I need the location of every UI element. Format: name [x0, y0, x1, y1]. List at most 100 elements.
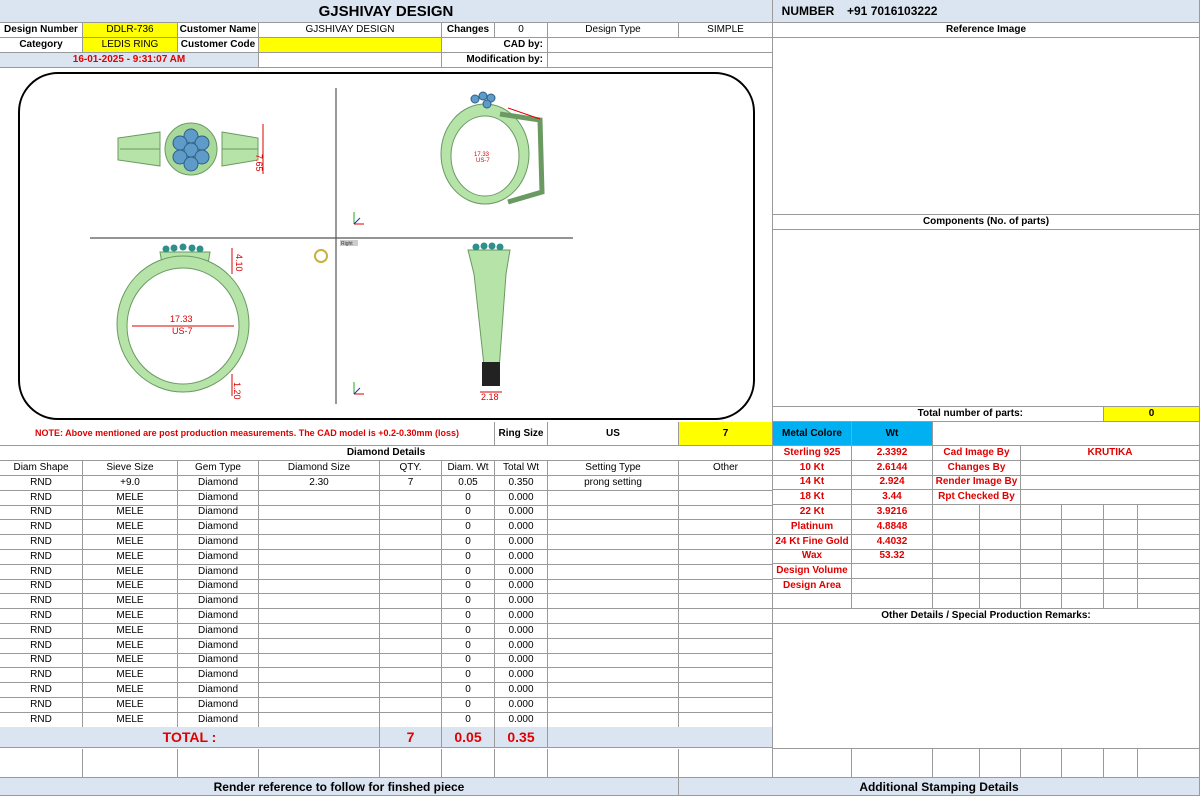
- gem-type-cell[interactable]: Diamond: [178, 476, 259, 491]
- setting-type-cell[interactable]: prong setting: [548, 476, 679, 491]
- gem-type-cell[interactable]: Diamond: [178, 638, 259, 654]
- sieve-size-cell[interactable]: MELE: [83, 535, 178, 550]
- other-cell[interactable]: [679, 668, 773, 684]
- diamond-size-cell[interactable]: [259, 535, 380, 550]
- qty-cell[interactable]: [380, 490, 442, 506]
- diamond-size-cell[interactable]: [259, 683, 380, 698]
- sieve-size-cell[interactable]: +9.0: [83, 476, 178, 491]
- diam-wt-cell[interactable]: 0: [442, 520, 495, 536]
- diam-shape-cell[interactable]: RND: [0, 505, 83, 521]
- qty-cell[interactable]: [380, 520, 442, 536]
- sieve-size-cell[interactable]: MELE: [83, 653, 178, 669]
- diam-shape-cell[interactable]: RND: [0, 490, 83, 506]
- modification-field[interactable]: [548, 53, 773, 68]
- cad-by-field[interactable]: [548, 38, 773, 53]
- metal-weight[interactable]: 3.9216: [852, 505, 933, 520]
- metal-weight[interactable]: 4.8848: [852, 520, 933, 535]
- gem-type-cell[interactable]: Diamond: [178, 490, 259, 506]
- other-cell[interactable]: [679, 490, 773, 506]
- total-wt-cell[interactable]: 0.000: [495, 520, 548, 536]
- diamond-size-cell[interactable]: [259, 564, 380, 580]
- setting-type-cell[interactable]: [548, 609, 679, 624]
- qty-cell[interactable]: [380, 594, 442, 610]
- sieve-size-cell[interactable]: MELE: [83, 609, 178, 624]
- sieve-size-cell[interactable]: MELE: [83, 638, 178, 654]
- other-details-area[interactable]: [773, 624, 1200, 749]
- setting-type-cell[interactable]: [548, 712, 679, 728]
- other-cell[interactable]: [679, 712, 773, 728]
- other-cell[interactable]: [679, 594, 773, 610]
- qty-cell[interactable]: [380, 505, 442, 521]
- setting-type-cell[interactable]: [548, 594, 679, 610]
- diamond-size-cell[interactable]: [259, 490, 380, 506]
- setting-type-cell[interactable]: [548, 505, 679, 521]
- total-parts-value[interactable]: 0: [1104, 407, 1200, 422]
- gem-type-cell[interactable]: Diamond: [178, 698, 259, 713]
- qty-cell[interactable]: 7: [380, 476, 442, 491]
- total-wt-cell[interactable]: 0.000: [495, 490, 548, 506]
- by-value[interactable]: KRUTIKA: [1021, 446, 1200, 461]
- category-field[interactable]: LEDIS RING: [83, 38, 178, 53]
- setting-type-cell[interactable]: [548, 683, 679, 698]
- diam-shape-cell[interactable]: RND: [0, 535, 83, 550]
- qty-cell[interactable]: [380, 579, 442, 595]
- total-wt-cell[interactable]: 0.000: [495, 579, 548, 595]
- by-value[interactable]: [1021, 490, 1200, 506]
- changes-field[interactable]: 0: [495, 23, 548, 38]
- metal-weight[interactable]: 4.4032: [852, 534, 933, 550]
- sieve-size-cell[interactable]: MELE: [83, 490, 178, 506]
- diamond-size-cell[interactable]: [259, 609, 380, 624]
- diam-wt-cell[interactable]: 0: [442, 698, 495, 713]
- qty-cell[interactable]: [380, 653, 442, 669]
- metal-weight[interactable]: 53.32: [852, 549, 933, 565]
- sieve-size-cell[interactable]: MELE: [83, 550, 178, 565]
- qty-cell[interactable]: [380, 668, 442, 684]
- diamond-size-cell[interactable]: [259, 638, 380, 654]
- diam-shape-cell[interactable]: RND: [0, 638, 83, 654]
- diam-wt-cell[interactable]: 0: [442, 683, 495, 698]
- sieve-size-cell[interactable]: MELE: [83, 594, 178, 610]
- setting-type-cell[interactable]: [548, 653, 679, 669]
- gem-type-cell[interactable]: Diamond: [178, 564, 259, 580]
- diam-shape-cell[interactable]: RND: [0, 624, 83, 639]
- diamond-size-cell[interactable]: [259, 712, 380, 728]
- gem-type-cell[interactable]: Diamond: [178, 520, 259, 536]
- other-cell[interactable]: [679, 609, 773, 624]
- other-cell[interactable]: [679, 624, 773, 639]
- sieve-size-cell[interactable]: MELE: [83, 712, 178, 728]
- diam-wt-cell[interactable]: 0: [442, 624, 495, 639]
- diam-shape-cell[interactable]: RND: [0, 594, 83, 610]
- other-cell[interactable]: [679, 550, 773, 565]
- metal-weight[interactable]: 3.44: [852, 490, 933, 506]
- diam-wt-cell[interactable]: 0: [442, 550, 495, 565]
- other-cell[interactable]: [679, 683, 773, 698]
- diam-shape-cell[interactable]: RND: [0, 520, 83, 536]
- gem-type-cell[interactable]: Diamond: [178, 624, 259, 639]
- diam-shape-cell[interactable]: RND: [0, 579, 83, 595]
- diam-shape-cell[interactable]: RND: [0, 712, 83, 728]
- total-wt-cell[interactable]: 0.000: [495, 668, 548, 684]
- diam-wt-cell[interactable]: 0: [442, 638, 495, 654]
- diam-wt-cell[interactable]: 0.05: [442, 476, 495, 491]
- sieve-size-cell[interactable]: MELE: [83, 668, 178, 684]
- metal-weight[interactable]: 2.3392: [852, 446, 933, 461]
- other-cell[interactable]: [679, 520, 773, 536]
- diam-shape-cell[interactable]: RND: [0, 653, 83, 669]
- qty-cell[interactable]: [380, 712, 442, 728]
- sieve-size-cell[interactable]: MELE: [83, 564, 178, 580]
- total-wt-cell[interactable]: 0.000: [495, 624, 548, 639]
- setting-type-cell[interactable]: [548, 638, 679, 654]
- gem-type-cell[interactable]: Diamond: [178, 653, 259, 669]
- diam-wt-cell[interactable]: 0: [442, 609, 495, 624]
- gem-type-cell[interactable]: Diamond: [178, 712, 259, 728]
- setting-type-cell[interactable]: [548, 535, 679, 550]
- other-cell[interactable]: [679, 476, 773, 491]
- metal-weight[interactable]: 2.6144: [852, 460, 933, 476]
- diamond-size-cell[interactable]: [259, 579, 380, 595]
- other-cell[interactable]: [679, 698, 773, 713]
- diam-wt-cell[interactable]: 0: [442, 712, 495, 728]
- diam-shape-cell[interactable]: RND: [0, 609, 83, 624]
- setting-type-cell[interactable]: [548, 550, 679, 565]
- gem-type-cell[interactable]: Diamond: [178, 668, 259, 684]
- metal-weight[interactable]: 2.924: [852, 475, 933, 491]
